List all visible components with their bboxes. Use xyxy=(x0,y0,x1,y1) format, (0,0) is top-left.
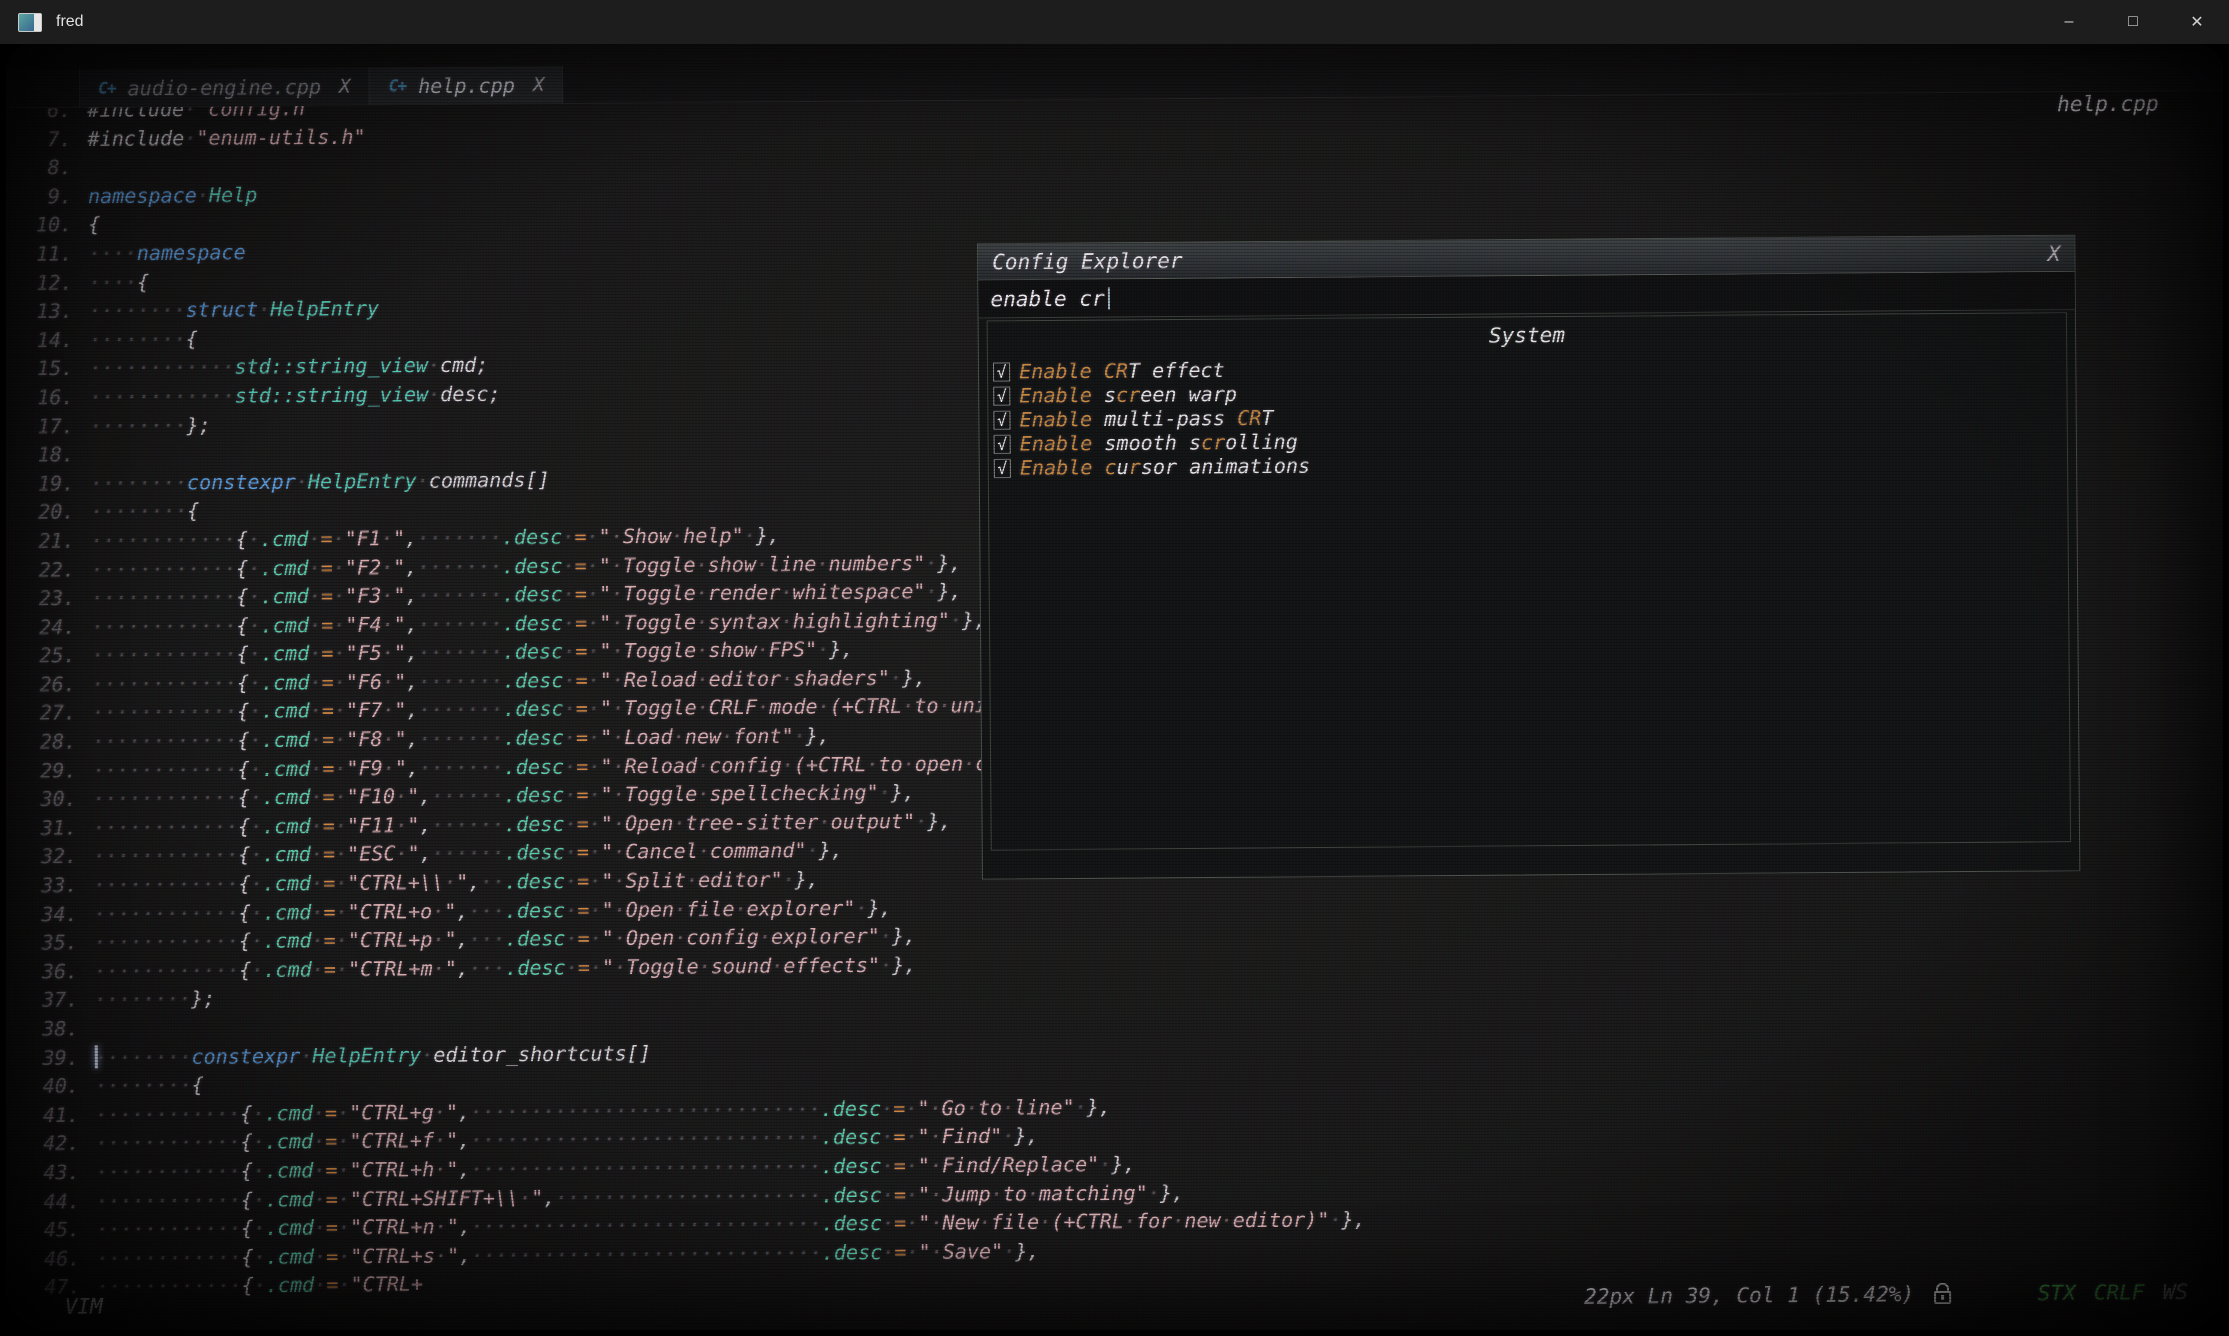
line-number: 38. xyxy=(6,1014,95,1043)
cursor-position-info: 22px Ln 39, Col 1 (15.42%) xyxy=(1584,1282,1914,1309)
line-number: 37. xyxy=(6,986,94,1015)
app-icon xyxy=(18,13,42,32)
line-number: 30. xyxy=(6,785,93,814)
minimize-button[interactable]: – xyxy=(2037,0,2101,44)
popup-body: System √ Enable CRT effect √ Enable screen … xyxy=(979,312,2080,879)
config-option-label: Enable cursor animations xyxy=(1020,454,1310,480)
checkbox-checked-icon[interactable]: √ xyxy=(993,410,1010,429)
config-option-label: Enable multi-pass CRT xyxy=(1019,406,1273,432)
line-number: 46. xyxy=(6,1244,96,1273)
popup-title: Config Explorer xyxy=(992,248,1183,274)
status-flag-crlf: CRLF xyxy=(2094,1280,2145,1304)
status-flag-ws: WS xyxy=(2163,1280,2189,1304)
line-number: 12. xyxy=(6,268,89,297)
config-option-label: Enable CRT effect xyxy=(1019,358,1225,384)
line-number: 20. xyxy=(6,498,91,527)
line-number: 8. xyxy=(6,153,88,182)
lock-icon xyxy=(1934,1290,1951,1303)
line-number: 39. xyxy=(6,1043,95,1072)
window-titlebar: fred – □ ✕ xyxy=(0,0,2229,44)
tab-audio-engine.cpp[interactable]: C+ audio-engine.cpp X xyxy=(79,67,370,106)
vim-mode-indicator: VIM xyxy=(65,1294,103,1318)
line-number: 16. xyxy=(6,383,90,412)
tab-help.cpp[interactable]: C+ help.cpp X xyxy=(370,66,564,105)
line-number: 27. xyxy=(6,699,92,728)
line-number: 33. xyxy=(6,871,94,900)
cpp-file-icon: C+ xyxy=(98,78,115,97)
line-number: 43. xyxy=(6,1158,96,1187)
line-number: 29. xyxy=(6,756,93,785)
line-number: 35. xyxy=(6,928,94,957)
line-number: 21. xyxy=(6,526,91,555)
tab-label: help.cpp xyxy=(418,73,515,98)
statusbar-right: 22px Ln 39, Col 1 (15.42%) STX CRLF WS xyxy=(1584,1280,2188,1309)
search-value: enable cr xyxy=(990,286,1104,311)
line-number: 17. xyxy=(6,411,90,440)
window-title: fred xyxy=(56,13,84,31)
line-number: 42. xyxy=(6,1129,96,1158)
line-number: 32. xyxy=(6,842,93,871)
line-number: 9. xyxy=(6,182,88,211)
config-items: √ Enable CRT effect √ Enable screen warp √ En… xyxy=(988,351,2067,480)
checkbox-checked-icon[interactable]: √ xyxy=(994,434,1011,453)
tab-close-icon[interactable]: X xyxy=(533,73,545,95)
tab-label: audio-engine.cpp xyxy=(128,74,322,100)
line-number: 26. xyxy=(6,670,92,699)
config-explorer-popup: Config Explorer X enable cr System √ Enab… xyxy=(977,235,2080,880)
crt-screen: C+audio-engine.cppXC+help.cppX help.cpp … xyxy=(6,44,2223,1330)
line-number: 36. xyxy=(6,957,94,986)
line-number: 34. xyxy=(6,899,94,928)
line-number: 11. xyxy=(6,239,89,268)
line-number: 14. xyxy=(6,325,89,354)
line-number: 10. xyxy=(6,210,88,239)
popup-close-button[interactable]: X xyxy=(2048,241,2061,265)
checkbox-checked-icon[interactable]: √ xyxy=(993,362,1010,381)
line-number: 7. xyxy=(6,124,88,153)
line-number: 13. xyxy=(6,297,89,326)
line-number: 44. xyxy=(6,1187,96,1216)
config-search-input[interactable]: enable cr xyxy=(978,272,2075,319)
config-list-container: System √ Enable CRT effect √ Enable screen … xyxy=(987,312,2071,851)
line-number: 19. xyxy=(6,469,90,498)
section-header: System xyxy=(988,319,2066,352)
line-number: 15. xyxy=(6,354,90,383)
status-flag-stx: STX xyxy=(2038,1281,2076,1305)
line-number: 45. xyxy=(6,1215,96,1244)
tab-close-icon[interactable]: X xyxy=(339,75,351,97)
statusbar-flags: STX CRLF WS xyxy=(2038,1280,2189,1305)
text-caret xyxy=(1108,287,1110,309)
cpp-file-icon: C+ xyxy=(389,76,406,95)
editor-content: C+audio-engine.cppXC+help.cppX help.cpp … xyxy=(6,44,2223,1330)
line-number: 41. xyxy=(6,1100,95,1129)
line-number: 40. xyxy=(6,1072,95,1101)
close-button[interactable]: ✕ xyxy=(2165,0,2229,44)
line-number: 25. xyxy=(6,641,92,670)
line-number: 28. xyxy=(6,727,92,756)
maximize-button[interactable]: □ xyxy=(2101,0,2165,44)
line-number: 24. xyxy=(6,612,92,641)
checkbox-checked-icon[interactable]: √ xyxy=(994,458,1011,477)
line-number: 22. xyxy=(6,555,91,584)
filename-overlay: help.cpp xyxy=(2057,91,2159,116)
checkbox-checked-icon[interactable]: √ xyxy=(993,386,1010,405)
config-option-label: Enable smooth scrolling xyxy=(1020,430,1298,456)
line-number: 18. xyxy=(6,440,90,469)
line-number: 23. xyxy=(6,584,91,613)
line-number: 31. xyxy=(6,813,93,842)
config-option-label: Enable screen warp xyxy=(1019,382,1237,408)
window-controls: – □ ✕ xyxy=(2037,0,2229,44)
